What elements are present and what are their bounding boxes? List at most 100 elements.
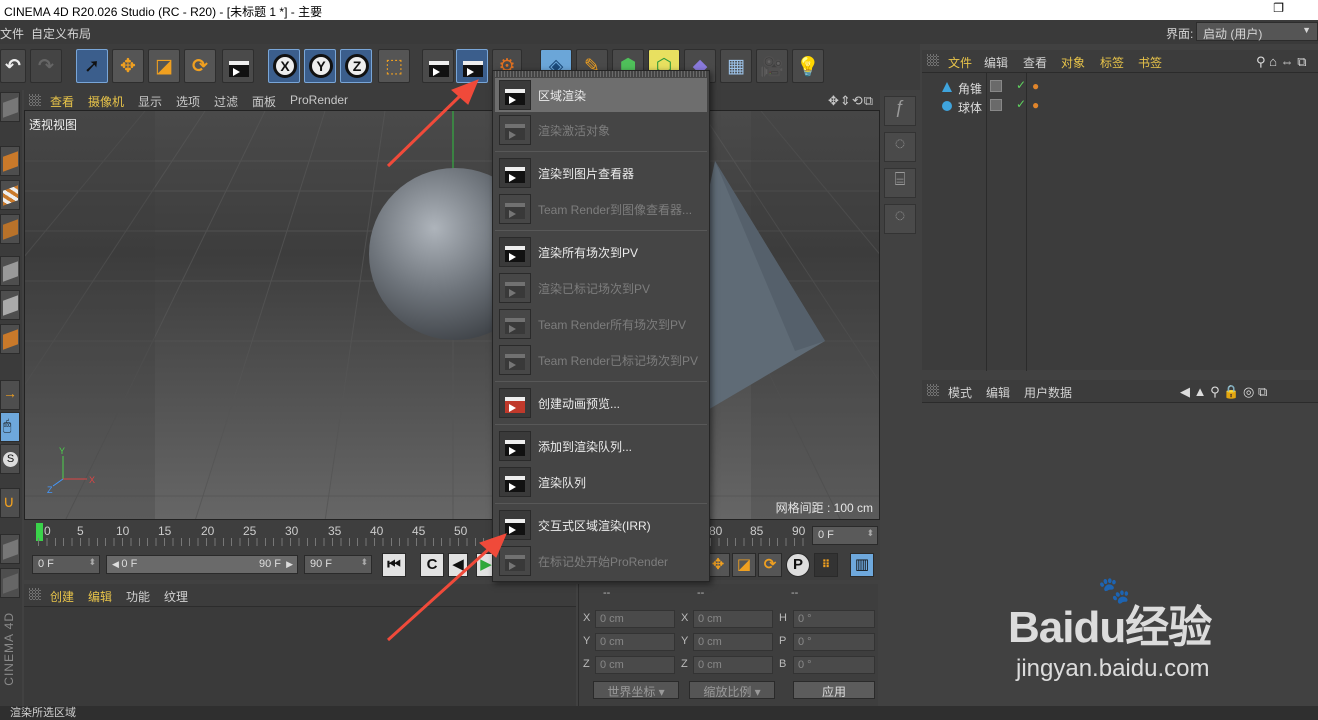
material-menu-texture[interactable]: 纹理 (164, 588, 188, 605)
make-editable-button[interactable] (0, 92, 20, 122)
om-menu-edit[interactable]: 编辑 (984, 54, 1008, 71)
pos-z-field[interactable]: 0 cm (595, 656, 675, 674)
viewport-menu-filter[interactable]: 过滤 (214, 93, 238, 110)
viewport-menu-prorender[interactable]: ProRender (290, 93, 348, 107)
menu-item-team-render-to-viewer[interactable]: Team Render到图像查看器... (495, 192, 707, 226)
move-tool-button[interactable]: ✥ (112, 49, 144, 83)
perspective-viewport[interactable]: Y X Z 透视视图 网格间距 : 100 cm (24, 110, 880, 520)
layer-lock-button[interactable] (0, 568, 20, 598)
rotate-key-button[interactable]: ⟳ (758, 553, 782, 577)
last-tool-button[interactable] (222, 49, 254, 83)
layout-select[interactable]: 启动 (用户) ▼ (1196, 22, 1318, 41)
am-menu-userdata[interactable]: 用户数据 (1024, 384, 1072, 401)
magnet-button[interactable]: ∪ (0, 488, 20, 518)
om-menu-file[interactable]: 文件 (948, 54, 972, 71)
xpresso-button[interactable]: ƒ (884, 96, 916, 126)
coordinate-system-button[interactable]: ⬚ (378, 49, 410, 83)
points-mode-button[interactable] (0, 256, 20, 286)
undo-button[interactable]: ↶ (0, 49, 26, 83)
scale-mode-select[interactable]: 缩放比例 ▾ (689, 681, 775, 699)
model-mode-button[interactable] (0, 146, 20, 176)
scale-tool-button[interactable]: ◪ (148, 49, 180, 83)
am-menu-edit[interactable]: 编辑 (986, 384, 1010, 401)
timeline-ruler[interactable]: 0 5 10 15 20 25 30 35 40 45 50 80 85 90 … (24, 520, 880, 550)
render-view-button[interactable] (422, 49, 454, 83)
menu-item-render-all-takes[interactable]: 渲染所有场次到PV (495, 235, 707, 269)
menu-item-team-render-all-takes[interactable]: Team Render所有场次到PV (495, 307, 707, 341)
material-menu-function[interactable]: 功能 (126, 588, 150, 605)
size-z-field[interactable]: 0 cm (693, 656, 773, 674)
edges-mode-button[interactable] (0, 290, 20, 320)
menu-item-render-active-objects[interactable]: 渲染激活对象 (495, 113, 707, 147)
polygons-mode-button[interactable] (0, 324, 20, 354)
grid-lock-button[interactable] (0, 534, 20, 564)
pla-key-button[interactable]: ⠿ (814, 553, 838, 577)
layer-swatch[interactable] (990, 99, 1002, 111)
menu-item-make-preview[interactable]: 创建动画预览... (495, 386, 707, 420)
spline-button[interactable]: ◌ (884, 132, 916, 162)
rot-p-field[interactable]: 0 ° (793, 633, 875, 651)
viewport-menu-camera[interactable]: 摄像机 (88, 93, 124, 110)
object-row[interactable]: 球体 ✓ ● (922, 96, 1318, 115)
menu-item-add-to-render-queue[interactable]: 添加到渲染队列... (495, 429, 707, 463)
rot-b-field[interactable]: 0 ° (793, 656, 875, 674)
y-axis-button[interactable]: Y (304, 49, 336, 83)
pos-y-field[interactable]: 0 cm (595, 633, 675, 651)
tweak-mode-button[interactable]: 🖱 (0, 412, 20, 442)
menu-custom-layout[interactable]: 自定义布局 (31, 25, 91, 42)
am-menu-mode[interactable]: 模式 (948, 384, 972, 401)
light-button[interactable]: 💡 (792, 49, 824, 83)
workplane-mode-button[interactable] (0, 214, 20, 244)
menu-item-render-queue[interactable]: 渲染队列 (495, 465, 707, 499)
check-icon[interactable]: ✓ (1016, 78, 1026, 92)
axis-mode-button[interactable]: → (0, 380, 20, 410)
texture-mode-button[interactable] (0, 180, 20, 210)
floor-button[interactable]: ▦ (720, 49, 752, 83)
menu-item-render-marked-takes[interactable]: 渲染已标记场次到PV (495, 271, 707, 305)
material-menu-create[interactable]: 创建 (50, 588, 74, 605)
current-frame-field[interactable]: 0 F ⬍ (812, 526, 878, 545)
sculpt-button[interactable]: ◌ (884, 204, 916, 234)
menu-tearoff-grip[interactable] (495, 71, 707, 77)
object-row[interactable]: 角锥 ✓ ● (922, 77, 1318, 96)
camera-button[interactable]: 🎥 (756, 49, 788, 83)
render-region-button[interactable] (456, 49, 488, 83)
previous-key-button[interactable]: C (420, 553, 444, 577)
pos-x-field[interactable]: 0 cm (595, 610, 675, 628)
param-key-button[interactable]: P (786, 553, 810, 577)
step-back-button[interactable]: ◀ (448, 553, 468, 577)
om-toolbar-icons[interactable]: ⚲ ⌂ ⇔ ⧉ (1256, 54, 1307, 70)
redo-button[interactable]: ↷ (30, 49, 62, 83)
layer-swatch[interactable] (990, 80, 1002, 92)
select-tool-button[interactable]: ➚ (76, 49, 108, 83)
size-y-field[interactable]: 0 cm (693, 633, 773, 651)
menu-item-render-region[interactable]: 区域渲染 (495, 78, 707, 112)
tag-icon[interactable]: ● (1032, 98, 1039, 112)
om-menu-view[interactable]: 查看 (1023, 54, 1047, 71)
menu-file[interactable]: 文件 (0, 25, 24, 42)
end-frame-field[interactable]: 90 F ⬍ (304, 555, 372, 574)
restore-window-button[interactable]: ❐ (1273, 1, 1284, 15)
check-icon[interactable]: ✓ (1016, 97, 1026, 111)
go-to-start-button[interactable]: ⏮ (382, 553, 406, 577)
material-list[interactable] (24, 606, 576, 706)
menu-item-interactive-render-region[interactable]: 交互式区域渲染(IRR) (495, 508, 707, 542)
world-coord-select[interactable]: 世界坐标 ▾ (593, 681, 679, 699)
menu-item-render-to-picture-viewer[interactable]: 渲染到图片查看器 (495, 156, 707, 190)
snap-button[interactable]: S (0, 444, 20, 474)
viewport-menu-panel[interactable]: 面板 (252, 93, 276, 110)
om-menu-bookmarks[interactable]: 书签 (1138, 54, 1162, 71)
om-menu-objects[interactable]: 对象 (1061, 54, 1085, 71)
x-axis-button[interactable]: X (268, 49, 300, 83)
timeline-button[interactable]: ⌸ (884, 168, 916, 198)
viewport-menu-view[interactable]: 查看 (50, 93, 74, 110)
scale-key-button[interactable]: ◪ (732, 553, 756, 577)
tag-icon[interactable]: ● (1032, 79, 1039, 93)
om-menu-tags[interactable]: 标签 (1100, 54, 1124, 71)
viewport-menu-display[interactable]: 显示 (138, 93, 162, 110)
material-menu-edit[interactable]: 编辑 (88, 588, 112, 605)
start-frame-field[interactable]: 0 F ⬍ (32, 555, 100, 574)
viewport-navigation-icons[interactable]: ✥⇕⟲⧉ (828, 93, 874, 109)
apply-button[interactable]: 应用 (793, 681, 875, 699)
timeline-editor-button[interactable]: ▥ (850, 553, 874, 577)
